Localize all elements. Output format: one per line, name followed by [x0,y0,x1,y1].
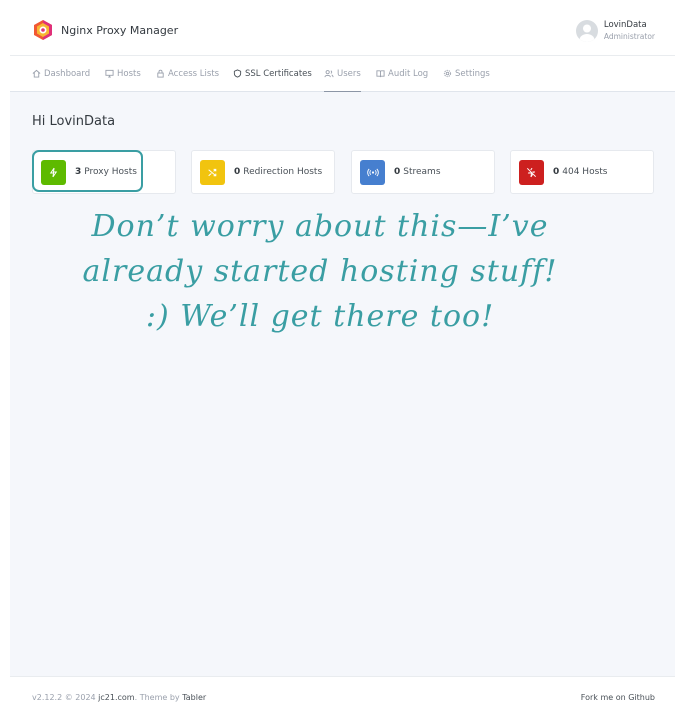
handwritten-note: Don’t worry about this—I’ve already star… [10,204,630,339]
gear-icon [443,69,452,78]
shuffle-icon [208,168,217,176]
book-icon [376,70,385,78]
top-header: Nginx Proxy Manager LovinData Administra… [10,0,675,56]
app-frame: Nginx Proxy Manager LovinData Administra… [10,0,675,726]
radio-icon [366,168,379,176]
dashboard-main: Hi LovinData 3 Proxy Hosts 0 Redirection H… [10,92,675,676]
nav-audit-log-label: Audit Log [388,68,429,79]
users-icon [324,70,334,78]
brand[interactable]: Nginx Proxy Manager [32,19,178,41]
nginx-proxy-manager-logo-icon [34,20,52,40]
404-hosts-count: 0 [553,167,560,177]
404-hosts-card[interactable]: 0 404 Hosts [510,150,654,194]
theme-text: . Theme by [134,693,180,702]
user-role: Administrator [603,32,655,41]
streams-count: 0 [394,167,401,177]
user-menu[interactable]: LovinData Administrator [575,20,655,42]
monitor-icon [105,69,114,78]
proxy-hosts-count: 3 [75,167,82,177]
note-line: already started hosting stuff! [82,254,558,289]
nav-access-lists-label: Access Lists [168,68,220,79]
streams-badge [360,159,385,185]
redirection-hosts-card[interactable]: 0 Redirection Hosts [191,150,335,194]
proxy-hosts-card[interactable]: 3 Proxy Hosts [32,150,176,194]
nav-settings[interactable]: Settings [443,56,490,91]
app-name: Nginx Proxy Manager [61,23,179,37]
nav-users-label: Users [337,68,361,79]
avatar-icon [579,24,595,42]
nav-settings-label: Settings [455,68,490,79]
nav-ssl-certificates-label: SSL Certificates [245,68,312,79]
404-hosts-badge [519,159,544,185]
tabler-link[interactable]: Tabler [182,693,206,702]
streams-card[interactable]: 0 Streams [351,150,495,194]
main-nav: Dashboard Hosts Access Lists SSL Certifi… [10,56,675,92]
proxy-hosts-badge [41,159,66,185]
home-icon [32,69,41,78]
nav-hosts[interactable]: Hosts [105,56,141,91]
page-title: Hi LovinData [32,114,116,129]
nav-ssl-certificates[interactable]: SSL Certificates [233,56,312,91]
redirection-hosts-label: Redirection Hosts [243,167,323,177]
footer-credits: v2.12.2 © 2024 jc21.com. Theme by Tabler [32,693,206,702]
note-line: Don’t worry about this—I’ve [91,209,549,244]
nav-access-lists[interactable]: Access Lists [156,56,219,91]
note-line: :) We’ll get there too! [145,299,495,334]
nav-hosts-label: Hosts [117,68,141,79]
nav-dashboard[interactable]: Dashboard [32,56,90,91]
shield-icon [233,69,242,78]
nav-users[interactable]: Users [324,56,361,92]
jc21-link[interactable]: jc21.com [98,693,134,702]
zap-icon [49,167,58,177]
user-name: LovinData [603,20,647,30]
streams-label: Streams [403,167,441,177]
page-footer: v2.12.2 © 2024 jc21.com. Theme by Tabler… [10,676,675,726]
nav-audit-log[interactable]: Audit Log [376,56,428,91]
nav-dashboard-label: Dashboard [44,68,91,79]
lock-icon [157,69,164,78]
redirection-hosts-count: 0 [234,167,241,177]
version-text: v2.12.2 © 2024 [32,693,96,702]
github-fork-link[interactable]: Fork me on Github [581,693,655,702]
proxy-hosts-label: Proxy Hosts [84,167,137,177]
avatar [575,20,598,42]
404-hosts-label: 404 Hosts [562,167,608,177]
zap-off-icon [526,167,537,177]
redirection-hosts-badge [200,159,225,185]
